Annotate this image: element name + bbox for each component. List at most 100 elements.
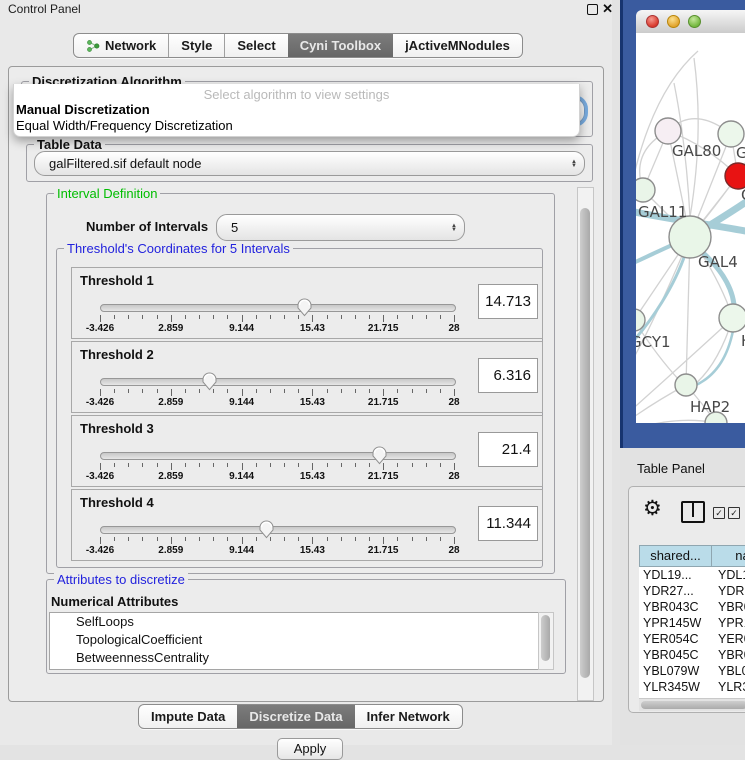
node-label: GAL80	[672, 142, 721, 160]
node-label: C	[741, 186, 745, 204]
checkbox-icon[interactable]: ✓	[728, 507, 740, 519]
table-horizontal-scrollbar[interactable]	[639, 698, 745, 711]
combo-arrows-icon: ▲▼	[444, 224, 464, 232]
tab-cyni-toolbox[interactable]: Cyni Toolbox	[288, 34, 393, 57]
threshold-slider-thumb[interactable]	[258, 519, 275, 539]
float-window-icon[interactable]	[587, 4, 598, 15]
slider-ticks	[100, 315, 454, 323]
split-columns-icon[interactable]	[681, 501, 705, 523]
tab-label: Discretize Data	[249, 709, 342, 724]
threshold-panel: Threshold 4 -3.4262.8599.14415.4321.7152…	[71, 489, 543, 561]
network-canvas[interactable]: GAL80 GA C GAL11 GAL4 GCY1 H HAP2	[636, 33, 745, 423]
network-window-titlebar[interactable]	[636, 10, 745, 34]
table-data-label: Table Data	[34, 137, 105, 152]
list-item[interactable]: BetweennessCentrality	[50, 649, 539, 667]
threshold-panel: Threshold 1 -3.4262.8599.14415.4321.7152…	[71, 267, 543, 339]
threshold-panel: Threshold 2 -3.4262.8599.14415.4321.7152…	[71, 341, 543, 413]
column-header-name[interactable]: name	[712, 545, 745, 567]
threshold-value-field[interactable]: 14.713	[478, 284, 538, 319]
attributes-group-label: Attributes to discretize	[54, 572, 188, 587]
control-panel-titlebar: Control Panel ✕	[0, 0, 612, 18]
tab-impute-data[interactable]: Impute Data	[139, 705, 237, 728]
threshold-label: Threshold 3	[80, 421, 154, 436]
threshold-slider-track[interactable]	[100, 304, 456, 312]
tab-infer-network[interactable]: Infer Network	[355, 705, 462, 728]
tab-label: Style	[181, 38, 212, 53]
table-panel-title: Table Panel	[637, 461, 705, 476]
number-of-intervals-label: Number of Intervals	[86, 219, 208, 234]
list-item[interactable]: SelfLoops	[50, 613, 539, 631]
node-gal11[interactable]	[636, 178, 655, 202]
window-title: Control Panel	[8, 2, 81, 16]
minimize-traffic-light[interactable]	[667, 15, 680, 28]
table-row[interactable]: YBR045CYBR0	[639, 647, 745, 663]
table-data-combo-value: galFiltered.sif default node	[35, 156, 564, 171]
node-label: GA	[736, 144, 745, 162]
slider-scale-labels: -3.4262.8599.14415.4321.71528	[100, 471, 454, 483]
table-row[interactable]: YDR27...YDR2	[639, 583, 745, 599]
threshold-label: Threshold 1	[80, 273, 154, 288]
zoom-traffic-light[interactable]	[688, 15, 701, 28]
table-panel-box: ⚙ ✓ ✓ shared... name YDL19...YDL1YDR27..…	[628, 486, 745, 713]
threshold-label: Threshold 4	[80, 495, 154, 510]
node-gal80[interactable]	[655, 118, 681, 144]
table-body: YDL19...YDL1YDR27...YDR2YBR043CYBR0YPR14…	[639, 567, 745, 698]
popup-hint-item: Select algorithm to view settings	[14, 84, 579, 102]
tab-label: Network	[105, 38, 156, 53]
tab-jactivemnodules[interactable]: jActiveMNodules	[393, 34, 522, 57]
node-h[interactable]	[719, 304, 745, 332]
number-of-intervals-value: 5	[217, 220, 444, 235]
thresholds-group-label: Threshold's Coordinates for 5 Intervals	[64, 241, 293, 256]
tab-network[interactable]: Network	[74, 34, 168, 57]
threshold-slider-track[interactable]	[100, 526, 456, 534]
close-traffic-light[interactable]	[646, 15, 659, 28]
combo-arrows-icon: ▲▼	[564, 160, 584, 168]
slider-scale-labels: -3.4262.8599.14415.4321.71528	[100, 323, 454, 335]
network-graph: GAL80 GA C GAL11 GAL4 GCY1 H HAP2	[636, 33, 745, 423]
gear-icon[interactable]: ⚙	[643, 496, 662, 521]
threshold-value-field[interactable]: 6.316	[478, 358, 538, 393]
column-header-shared[interactable]: shared...	[639, 545, 712, 567]
node-label: GAL4	[698, 253, 738, 271]
tab-discretize-data[interactable]: Discretize Data	[237, 705, 354, 728]
table-panel: Table Panel ⚙ ✓ ✓ shared... name YDL19..…	[620, 448, 745, 745]
tab-label: Cyni Toolbox	[300, 38, 381, 53]
table-row[interactable]: YLR345WYLR3	[639, 679, 745, 695]
table-row[interactable]: YBL079WYBL0	[639, 663, 745, 679]
threshold-value-field[interactable]: 21.4	[478, 432, 538, 467]
attributes-list-scrollbar[interactable]	[538, 612, 554, 670]
threshold-slider-thumb[interactable]	[371, 445, 388, 465]
apply-button[interactable]: Apply	[277, 738, 343, 760]
threshold-slider-track[interactable]	[100, 452, 456, 460]
titlebar-controls: ✕	[580, 0, 612, 18]
slider-scale-labels: -3.4262.8599.14415.4321.71528	[100, 397, 454, 409]
threshold-label: Threshold 2	[80, 347, 154, 362]
top-tab-bar: Network Style Select Cyni Toolbox jActiv…	[73, 33, 523, 58]
table-data-combo[interactable]: galFiltered.sif default node ▲▼	[34, 151, 585, 176]
table-row[interactable]: YDL19...YDL1	[639, 567, 745, 583]
threshold-slider-track[interactable]	[100, 378, 456, 386]
table-row[interactable]: YER054CYER0	[639, 631, 745, 647]
number-of-intervals-combo[interactable]: 5 ▲▼	[216, 214, 465, 241]
node-gal4[interactable]	[669, 216, 711, 258]
numerical-attributes-list: SelfLoopsTopologicalCoefficientBetweenne…	[49, 612, 540, 670]
tab-style[interactable]: Style	[168, 34, 224, 57]
tab-label: Impute Data	[151, 709, 225, 724]
panel-scrollbar[interactable]	[577, 187, 594, 701]
node-hap2[interactable]	[675, 374, 697, 396]
numerical-attributes-heading: Numerical Attributes	[51, 594, 178, 609]
network-view-window: GAL80 GA C GAL11 GAL4 GCY1 H HAP2	[620, 0, 745, 448]
table-row[interactable]: YPR145WYPR1	[639, 615, 745, 631]
list-item[interactable]: TopologicalCoefficient	[50, 631, 539, 649]
checkbox-icon[interactable]: ✓	[713, 507, 725, 519]
threshold-slider-thumb[interactable]	[296, 297, 313, 317]
threshold-panel: Threshold 3 -3.4262.8599.14415.4321.7152…	[71, 415, 543, 487]
table-row[interactable]: YBR043CYBR0	[639, 599, 745, 615]
popup-item-manual-discretization[interactable]: Manual Discretization	[14, 102, 579, 118]
popup-item-equal-width-frequency[interactable]: Equal Width/Frequency Discretization	[14, 118, 579, 134]
tab-select[interactable]: Select	[224, 34, 287, 57]
threshold-slider-thumb[interactable]	[201, 371, 218, 391]
close-icon[interactable]: ✕	[602, 1, 613, 17]
tab-label: Select	[237, 38, 275, 53]
threshold-value-field[interactable]: 11.344	[478, 506, 538, 541]
